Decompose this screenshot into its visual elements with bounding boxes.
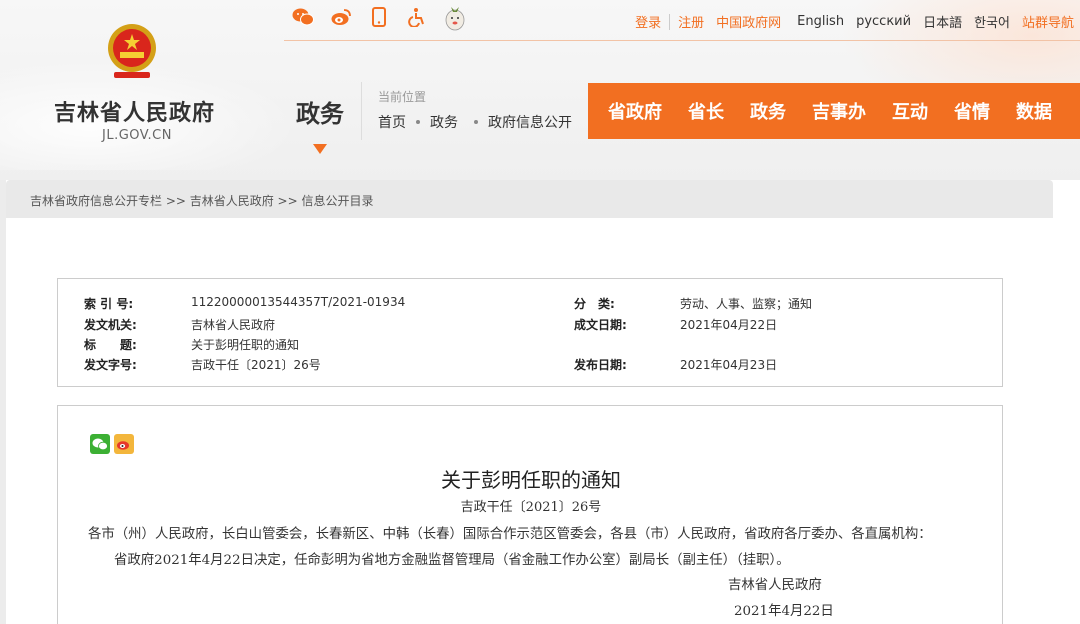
location-link-home[interactable]: 首页 [378,112,406,132]
published-date-value: 2021年04月23日 [680,358,778,372]
current-section-title: 政务 [296,100,344,128]
header-top-divider [284,40,1080,41]
created-date-label: 成文日期: [574,318,627,332]
document-body: 省政府2021年4月22日决定，任命彭明为省地方金融监督管理局（省金融工作办公室… [114,553,790,568]
docno-value: 吉政干任〔2021〕26号 [191,358,321,372]
share-weibo-icon[interactable] [114,434,134,454]
national-emblem-icon[interactable] [104,22,160,82]
top-links-divider [669,13,671,30]
document-recipients: 各市（州）人民政府，长白山管委会，长春新区、中韩（长春）国际合作示范区管委会，各… [88,527,932,542]
mobile-icon[interactable] [368,6,390,28]
document-number: 吉政干任〔2021〕26号 [460,500,602,515]
nav-item-data[interactable]: 数据 [1016,98,1052,124]
breadcrumb-text[interactable]: 吉林省政府信息公开专栏 >> 吉林省人民政府 >> 信息公开目录 [30,192,373,209]
site-domain: JL.GOV.CN [102,128,172,143]
top-links: 登录 注册 中国政府网 English русский 日本語 한국어 站群导航 [623,12,1074,31]
index-label: 索 引 号: [84,297,134,311]
document-signer: 吉林省人民政府 [728,578,822,593]
created-date-value: 2021年04月22日 [680,318,778,332]
issuer-value: 吉林省人民政府 [191,318,276,332]
header-icon-bar [292,6,466,31]
document-meta-table: 索 引 号: 11220000013544357T/2021-01934 发文机… [57,278,1003,387]
location-label: 当前位置 [378,90,427,104]
share-bar [90,434,134,454]
main-nav: 省政府 省长 政务 吉事办 互动 省情 数据 [588,83,1080,139]
breadcrumb: 吉林省政府信息公开专栏 >> 吉林省人民政府 >> 信息公开目录 [6,180,1053,218]
nav-item-interaction[interactable]: 互动 [892,98,928,124]
mascot-icon[interactable] [444,6,466,31]
header-divider [361,82,362,140]
share-wechat-icon[interactable] [90,434,110,454]
document-title: 关于彭明任职的通知 [441,468,621,492]
english-link[interactable]: English [797,14,844,29]
nav-item-jishiban[interactable]: 吉事办 [812,98,866,124]
gov-cn-link[interactable]: 中国政府网 [716,12,781,31]
category-value: 劳动、人事、监察；通知 [680,297,813,311]
index-value: 11220000013544357T/2021-01934 [191,295,406,309]
japanese-link[interactable]: 日本語 [923,12,962,31]
location-link-affairs[interactable]: 政务 [430,112,458,132]
nav-item-province-info[interactable]: 省情 [954,98,990,124]
nav-item-governor[interactable]: 省长 [688,98,724,124]
wechat-icon[interactable] [292,6,314,28]
login-link[interactable]: 登录 [635,12,661,31]
site-group-nav-link[interactable]: 站群导航 [1022,12,1074,31]
issuer-label: 发文机关: [84,318,137,332]
location-link-disclosure[interactable]: 政府信息公开 [488,112,572,132]
docno-label: 发文字号: [84,358,137,372]
site-name[interactable]: 吉林省人民政府 [54,95,215,127]
korean-link[interactable]: 한국어 [974,12,1010,31]
document-content: 关于彭明任职的通知 吉政干任〔2021〕26号 各市（州）人民政府，长白山管委会… [57,405,1003,624]
published-date-label: 发布日期: [574,358,627,372]
accessibility-icon[interactable] [406,6,428,28]
nav-item-government[interactable]: 省政府 [608,98,662,124]
category-label: 分 类: [574,297,615,311]
register-link[interactable]: 注册 [678,12,704,31]
document-date: 2021年4月22日 [734,604,834,619]
breadcrumb-dot-icon [416,120,420,124]
title-label: 标 题: [84,338,137,352]
title-value: 关于彭明任职的通知 [191,338,300,352]
section-arrow-icon [313,144,327,154]
location-breadcrumb: 首页 政务 政府信息公开 [378,112,572,132]
breadcrumb-dot-icon [474,120,478,124]
nav-item-affairs[interactable]: 政务 [750,98,786,124]
russian-link[interactable]: русский [856,14,911,29]
weibo-icon[interactable] [330,6,352,28]
